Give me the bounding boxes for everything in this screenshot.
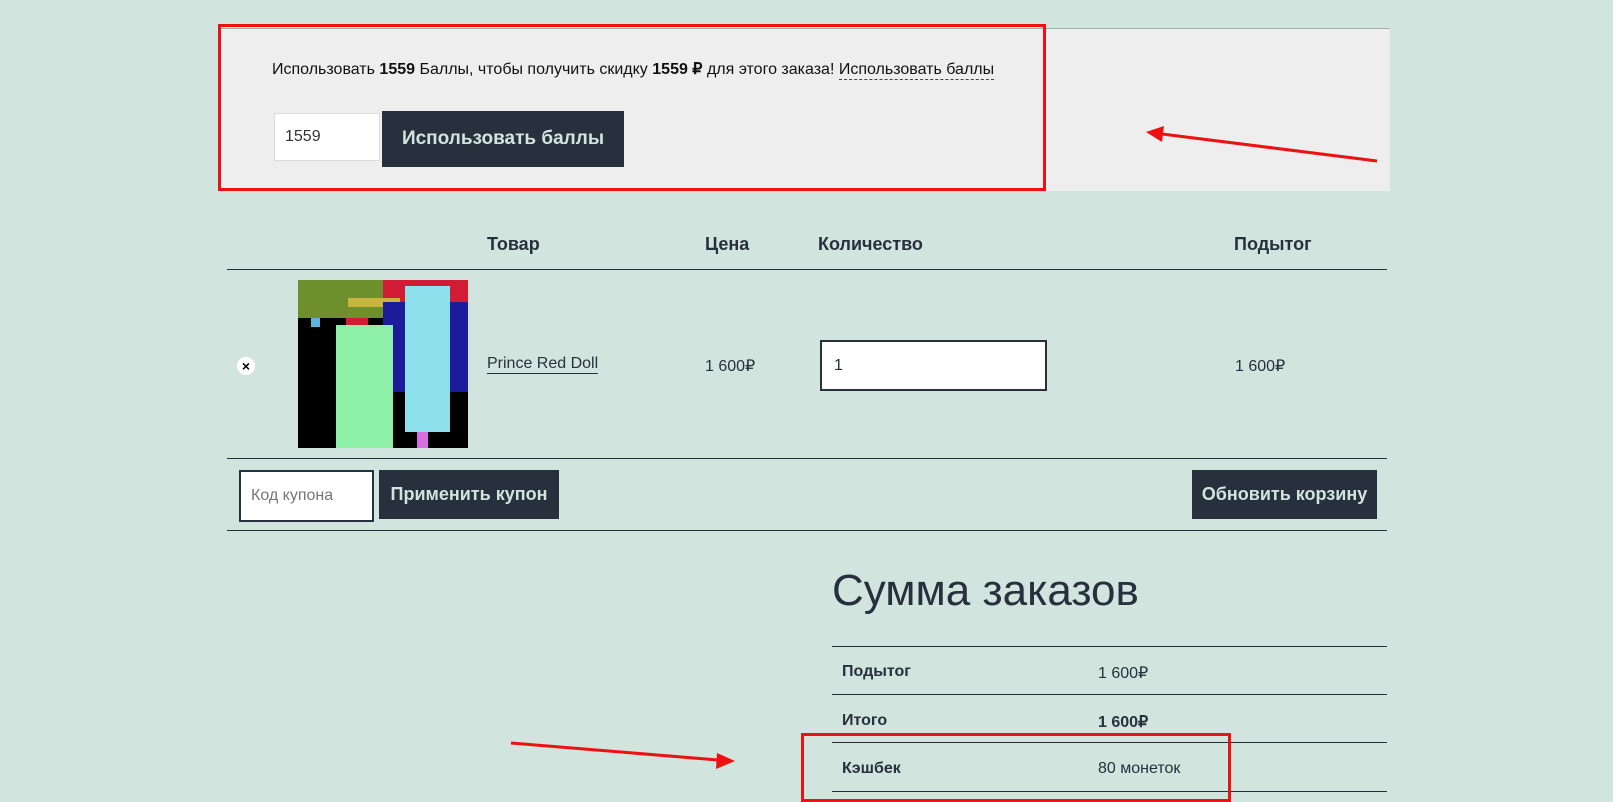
arrow-line — [510, 741, 719, 762]
arrow-head — [716, 753, 735, 769]
arrow-head — [1146, 126, 1164, 142]
arrow-line — [1161, 132, 1378, 163]
annotation-arrows — [510, 126, 1378, 769]
